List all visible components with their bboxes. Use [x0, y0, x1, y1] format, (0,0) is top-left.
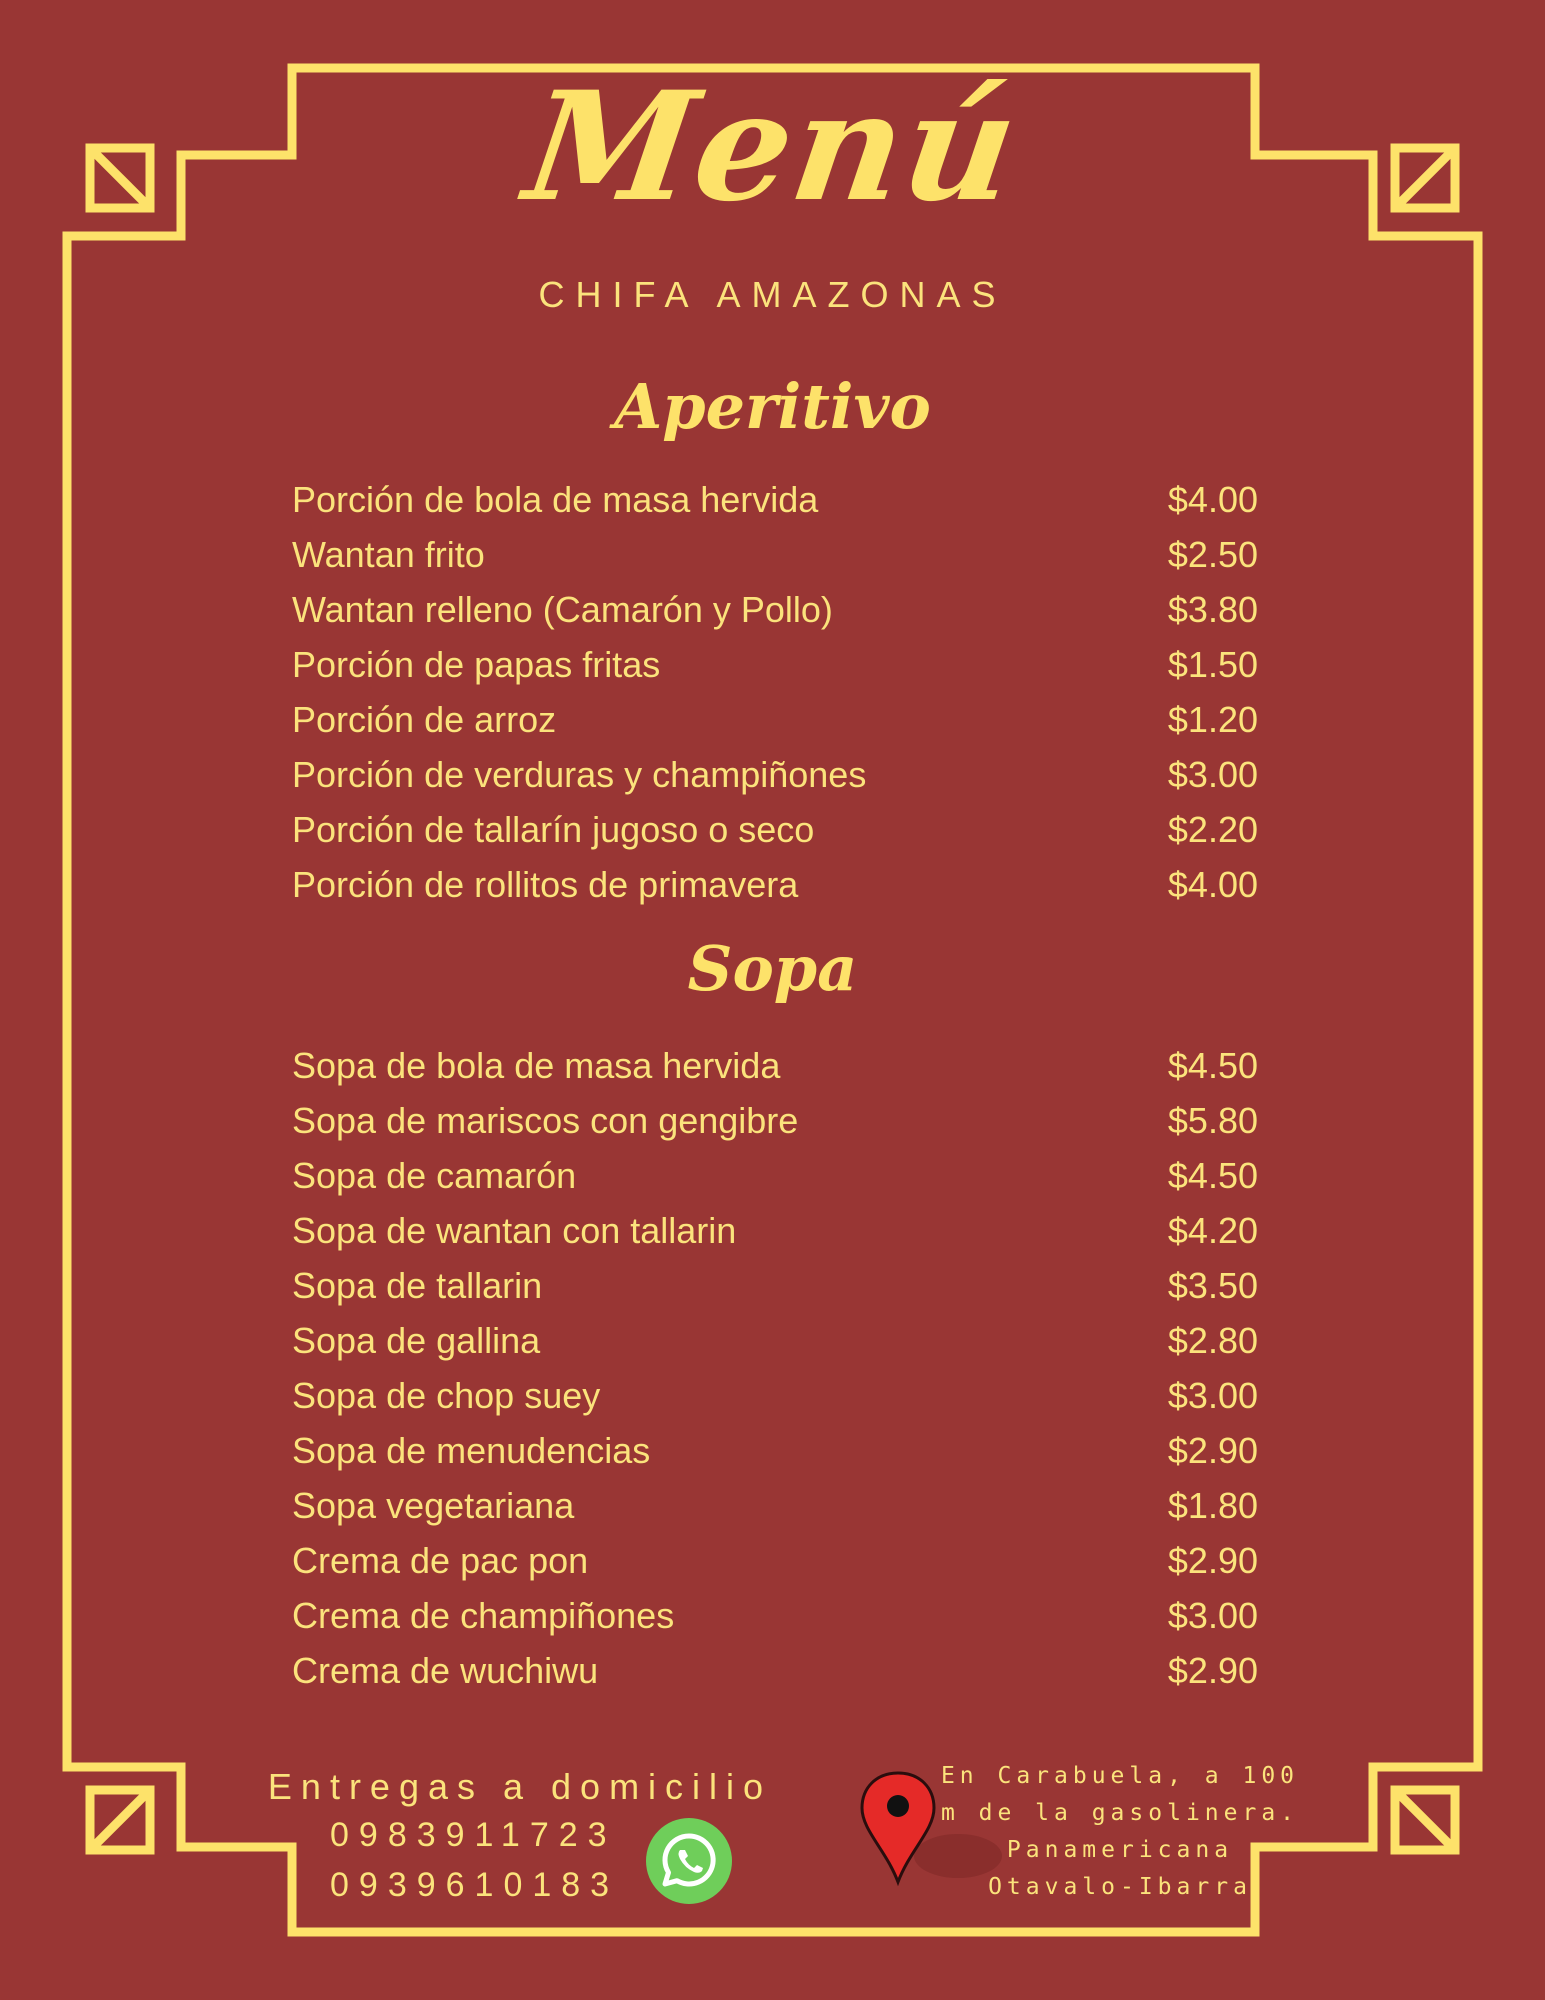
item-name: Sopa de gallina: [292, 1320, 541, 1361]
menu-item: Sopa de gallina $2.80: [292, 1313, 1258, 1368]
address-line: m de la gasolinera.: [940, 1800, 1300, 1826]
restaurant-name: CHIFA AMAZONAS: [538, 274, 1007, 315]
item-name: Sopa de wantan con tallarin: [292, 1210, 737, 1251]
menu-item: Sopa de tallarin $3.50: [292, 1258, 1258, 1313]
menu-item: Sopa de chop suey $3.00: [292, 1368, 1258, 1423]
item-price: $1.20: [1167, 699, 1258, 740]
item-name: Crema de champiñones: [292, 1595, 675, 1636]
item-price: $1.50: [1167, 644, 1258, 685]
whatsapp-icon[interactable]: [644, 1816, 734, 1906]
item-price: $2.80: [1167, 1320, 1258, 1361]
item-price: $3.00: [1167, 1375, 1258, 1416]
address-line: En Carabuela, a 100: [940, 1763, 1300, 1789]
menu-item: Porción de bola de masa hervida $4.00: [292, 472, 1258, 527]
item-price: $4.00: [1167, 479, 1258, 520]
item-price: $2.90: [1167, 1540, 1258, 1581]
section-title-sopa: Sopa: [687, 932, 858, 1005]
menu-item: Porción de verduras y champiñones $3.00: [292, 747, 1258, 802]
item-price: $2.90: [1167, 1430, 1258, 1471]
item-price: $3.00: [1167, 754, 1258, 795]
sopa-list: Sopa de bola de masa hervida $4.50 Sopa d…: [292, 1038, 1258, 1698]
item-name: Porción de arroz: [292, 699, 557, 740]
item-price: $2.90: [1167, 1650, 1258, 1691]
item-name: Crema de pac pon: [292, 1540, 589, 1581]
item-name: Sopa de chop suey: [292, 1375, 601, 1416]
item-price: $3.80: [1167, 589, 1258, 630]
menu-item: Sopa de bola de masa hervida $4.50: [292, 1038, 1258, 1093]
menu-item: Porción de papas fritas $1.50: [292, 637, 1258, 692]
item-price: $2.50: [1167, 534, 1258, 575]
address: En Carabuela, a 100 m de la gasolinera. …: [940, 1758, 1300, 1906]
menu-item: Sopa de mariscos con gengibre $5.80: [292, 1093, 1258, 1148]
item-price: $4.00: [1167, 864, 1258, 905]
item-price: $5.80: [1167, 1100, 1258, 1141]
item-price: $4.20: [1167, 1210, 1258, 1251]
menu-title: Menú: [516, 59, 1029, 235]
item-name: Wantan relleno (Camarón y Pollo): [292, 589, 833, 630]
delivery-label: Entregas a domicilio: [267, 1766, 773, 1807]
menu-item: Porción de tallarín jugoso o seco $2.20: [292, 802, 1258, 857]
item-price: $1.80: [1167, 1485, 1258, 1526]
menu-item: Crema de champiñones $3.00: [292, 1588, 1258, 1643]
menu-item: Crema de pac pon $2.90: [292, 1533, 1258, 1588]
item-name: Sopa de menudencias: [292, 1430, 651, 1471]
menu-item: Porción de rollitos de primavera $4.00: [292, 857, 1258, 912]
item-price: $4.50: [1167, 1045, 1258, 1086]
item-name: Porción de rollitos de primavera: [292, 864, 799, 905]
phone-number[interactable]: 0939610183: [330, 1860, 619, 1910]
item-name: Sopa vegetariana: [292, 1485, 575, 1526]
menu-item: Porción de arroz $1.20: [292, 692, 1258, 747]
item-name: Porción de papas fritas: [292, 644, 661, 685]
menu-item: Sopa vegetariana $1.80: [292, 1478, 1258, 1533]
item-price: $3.00: [1167, 1595, 1258, 1636]
item-name: Wantan frito: [292, 534, 485, 575]
item-name: Sopa de mariscos con gengibre: [292, 1100, 799, 1141]
item-price: $3.50: [1167, 1265, 1258, 1306]
phone-numbers: 0983911723 0939610183: [330, 1810, 619, 1910]
menu-item: Wantan frito $2.50: [292, 527, 1258, 582]
menu-item: Sopa de wantan con tallarin $4.20: [292, 1203, 1258, 1258]
item-name: Sopa de bola de masa hervida: [292, 1045, 781, 1086]
item-name: Porción de verduras y champiñones: [292, 754, 867, 795]
item-name: Porción de bola de masa hervida: [292, 479, 819, 520]
menu-item: Sopa de camarón $4.50: [292, 1148, 1258, 1203]
menu-item: Wantan relleno (Camarón y Pollo) $3.80: [292, 582, 1258, 637]
item-name: Porción de tallarín jugoso o seco: [292, 809, 815, 850]
menu-item: Sopa de menudencias $2.90: [292, 1423, 1258, 1478]
aperitivo-list: Porción de bola de masa hervida $4.00 Wan…: [292, 472, 1258, 912]
item-price: $2.20: [1167, 809, 1258, 850]
item-name: Crema de wuchiwu: [292, 1650, 599, 1691]
item-name: Sopa de tallarin: [292, 1265, 543, 1306]
item-price: $4.50: [1167, 1155, 1258, 1196]
phone-number[interactable]: 0983911723: [330, 1810, 619, 1860]
menu-item: Crema de wuchiwu $2.90: [292, 1643, 1258, 1698]
address-line: Panamericana: [1006, 1837, 1234, 1863]
section-title-aperitivo: Aperitivo: [614, 370, 931, 443]
address-line: Otavalo-Ibarra: [988, 1874, 1252, 1900]
item-name: Sopa de camarón: [292, 1155, 577, 1196]
